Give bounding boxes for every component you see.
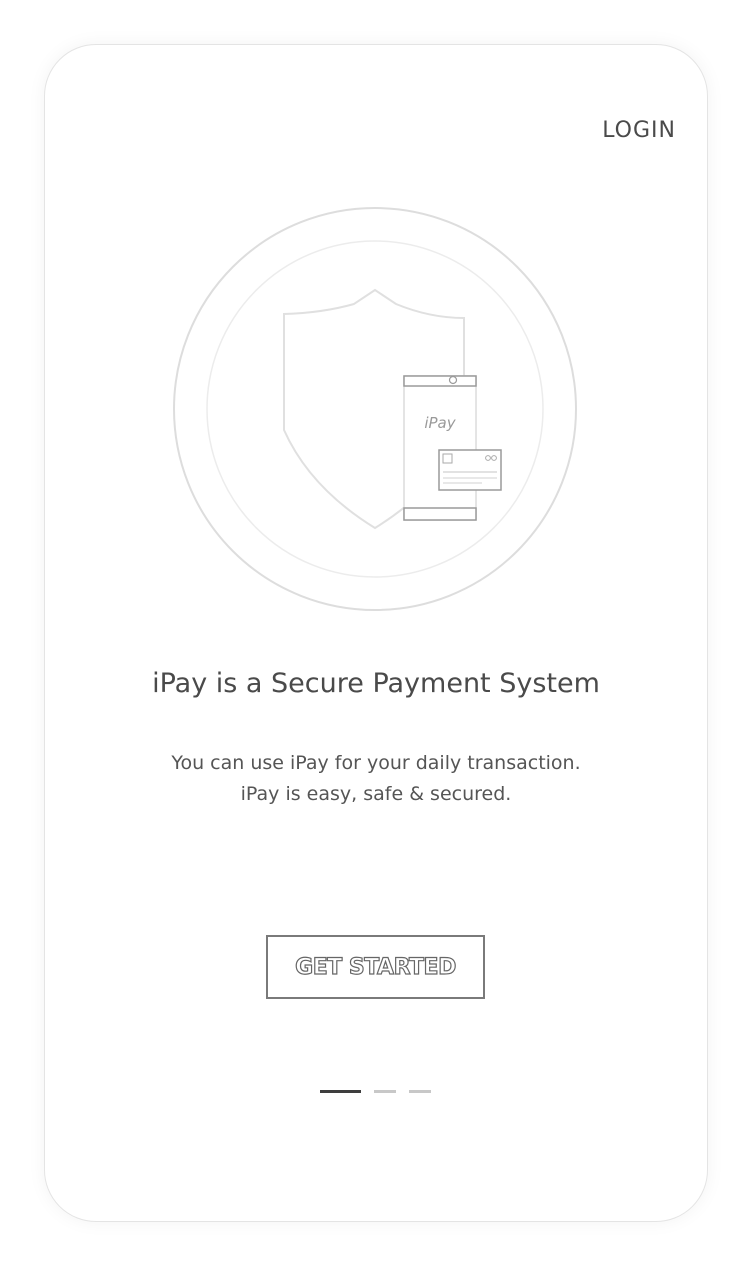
login-link[interactable]: LOGIN: [602, 118, 676, 143]
page-dot-2[interactable]: [374, 1090, 396, 1093]
phone-brand-text: iPay: [424, 414, 456, 432]
page-title: iPay is a Secure Payment System: [152, 668, 600, 699]
phone-icon: iPay: [403, 375, 477, 521]
secure-payment-illustration: iPay: [173, 207, 577, 611]
credit-card-icon: [438, 449, 502, 491]
circle-background: [173, 207, 577, 611]
page-description: You can use iPay for your daily transact…: [171, 752, 581, 805]
page-indicator: [320, 1090, 431, 1093]
page-dot-3[interactable]: [409, 1090, 431, 1093]
page-dot-1[interactable]: [320, 1090, 361, 1093]
get-started-label: GET STARTED: [295, 954, 457, 980]
get-started-button[interactable]: GET STARTED: [266, 935, 485, 999]
